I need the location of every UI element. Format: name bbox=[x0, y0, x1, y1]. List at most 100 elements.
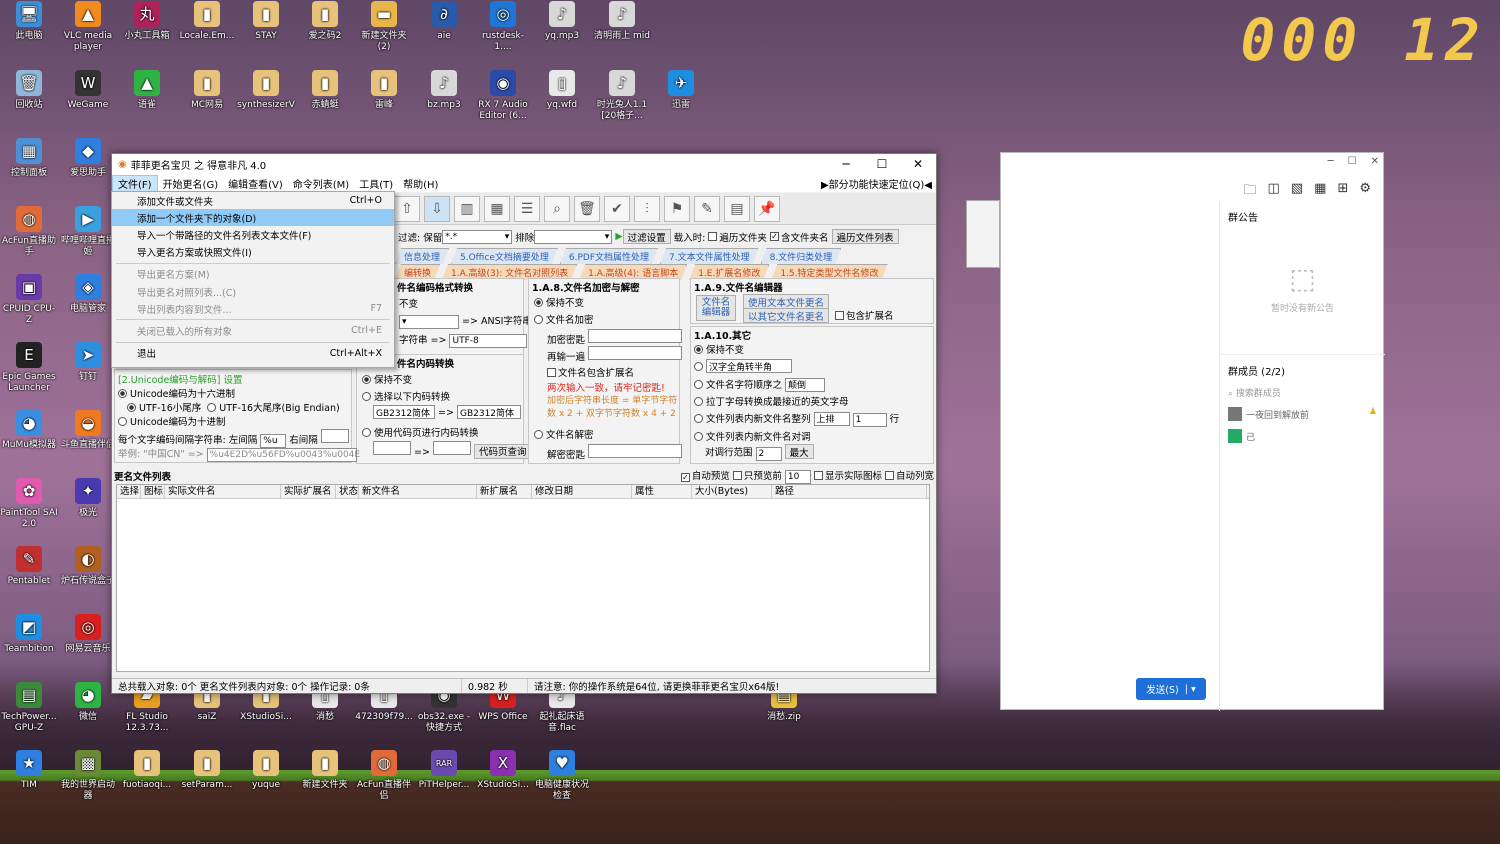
rename-by-other-button[interactable]: 以其它文件名更名 bbox=[743, 308, 830, 323]
settings-icon[interactable]: ⚙ bbox=[1359, 181, 1371, 203]
charset-select[interactable]: UTF-8 bbox=[449, 334, 528, 348]
file-menu-item[interactable]: 导入更名方案或快照文件(I) bbox=[112, 244, 394, 261]
tab[interactable]: 6.PDF文档属性处理 bbox=[560, 248, 658, 264]
codepage-radio[interactable] bbox=[362, 428, 371, 437]
desktop-icon[interactable]: ◎ 网易云音乐 bbox=[59, 614, 117, 655]
column-header[interactable]: 属性 bbox=[632, 485, 692, 498]
unicode-dec-radio[interactable] bbox=[118, 417, 127, 426]
send-button[interactable]: 发送(S) | ▾ bbox=[1136, 678, 1206, 700]
fullwidth-select[interactable]: 汉字全角转半角 bbox=[706, 359, 792, 373]
desktop-icon[interactable]: ▮ STAY bbox=[237, 1, 295, 42]
desktop-icon[interactable]: ▩ 我的世界启动器 bbox=[59, 750, 117, 802]
desktop-icon[interactable]: ▲ VLC media player bbox=[59, 1, 117, 53]
desktop-icon[interactable]: ◐ 炉石传说盒子 bbox=[59, 546, 117, 587]
desktop-icon[interactable]: ★ TIM bbox=[0, 750, 58, 791]
desktop-icon[interactable]: ✈ 迅雷 bbox=[652, 70, 710, 111]
member-search[interactable]: ⌕ 搜索群成员 bbox=[1220, 386, 1385, 399]
align-select[interactable]: 上排 bbox=[813, 411, 850, 426]
column-header[interactable]: 实际文件名 bbox=[165, 485, 281, 498]
desktop-icon[interactable]: ◩ Teambition bbox=[0, 614, 58, 655]
minimize-icon[interactable]: ─ bbox=[1328, 156, 1334, 167]
file-menu-item[interactable]: 关闭已载入的所有对象 Ctrl+E bbox=[112, 322, 394, 339]
file-menu-item[interactable]: 导出更名对照列表...(C) bbox=[112, 283, 394, 300]
check-icon[interactable]: ✔ bbox=[604, 195, 630, 222]
desktop-icon[interactable]: ♪ 时光兔人1.1 [20格子... bbox=[593, 70, 651, 122]
file-menu-item[interactable]: 导入一个带路径的文件名列表文本文件(F) bbox=[112, 226, 394, 243]
include-folder-checkbox[interactable]: ✓ bbox=[769, 232, 779, 241]
desktop-icon[interactable]: ▮ setParam... bbox=[178, 750, 236, 791]
maximize-button[interactable]: ☐ bbox=[864, 157, 900, 171]
grid-icon[interactable]: ▦ bbox=[484, 195, 510, 222]
decrypt-key-input[interactable] bbox=[588, 444, 683, 458]
desktop-icon[interactable]: ✿ PaintTool SAI 2.0 bbox=[0, 478, 58, 530]
from-code-select[interactable]: GB2312简体 bbox=[373, 405, 435, 419]
column-header[interactable]: 状态 bbox=[336, 485, 359, 498]
filter-keep-input[interactable]: *.* ▾ bbox=[442, 229, 513, 244]
filter-exclude-input[interactable]: ▾ bbox=[534, 229, 613, 244]
auto-preview-checkbox[interactable]: ✓ bbox=[680, 473, 690, 482]
codepage-from-input[interactable] bbox=[373, 441, 411, 455]
table-icon[interactable]: ▤ bbox=[724, 195, 750, 222]
announcement-title[interactable]: 群公告 bbox=[1220, 201, 1385, 232]
desktop-icon[interactable]: ▮ fuotiaoqi... bbox=[118, 750, 176, 791]
order-radio[interactable] bbox=[694, 380, 703, 389]
tab[interactable]: 7.文本文件属性处理 bbox=[660, 248, 759, 264]
desktop-icon[interactable]: W WeGame bbox=[59, 70, 117, 111]
menu-edit[interactable]: 编辑查看(V) bbox=[223, 176, 288, 191]
unicode-title[interactable]: [2.Unicode编码与解码] 设置 bbox=[118, 372, 243, 386]
encrypt-again-input[interactable] bbox=[588, 346, 683, 360]
file-menu-item[interactable]: 退出 Ctrl+Alt+X bbox=[112, 345, 394, 362]
utf16-le-radio[interactable] bbox=[127, 403, 136, 412]
tab[interactable]: 8.文件归类处理 bbox=[761, 248, 842, 264]
encrypt-key-input[interactable] bbox=[588, 329, 683, 343]
utf16-be-radio[interactable] bbox=[207, 403, 217, 412]
preview-first-checkbox[interactable] bbox=[732, 471, 742, 480]
desktop-icon[interactable]: ♪ yq.mp3 bbox=[533, 1, 591, 42]
desktop-icon[interactable]: ▮ synthesizerV bbox=[237, 70, 295, 111]
column-header[interactable]: 实际扩展名 bbox=[281, 485, 336, 498]
down-arrow-icon[interactable]: ⇩ bbox=[424, 195, 450, 222]
desktop-icon[interactable]: ▮ Locale.Em... bbox=[178, 1, 236, 42]
desktop-icon[interactable]: ◒ 斗鱼直播伴侣 bbox=[59, 410, 117, 451]
menu-commands[interactable]: 命令列表(M) bbox=[288, 176, 354, 191]
desktop-icon[interactable]: ▮ 爱之码2 bbox=[296, 1, 354, 42]
encrypt-keep-radio[interactable] bbox=[534, 298, 543, 307]
member-row[interactable]: 一夜回到解放前 ♟ bbox=[1220, 399, 1385, 429]
menu-tools[interactable]: 工具(T) bbox=[354, 176, 398, 191]
inner-keep-radio[interactable] bbox=[362, 375, 371, 384]
desktop-icon[interactable]: ◉ RX 7 Audio Editor (6... bbox=[474, 70, 532, 122]
desktop-icon[interactable]: ▮ 雷峰 bbox=[355, 70, 413, 111]
align-radio[interactable] bbox=[694, 414, 703, 423]
desktop-icon[interactable]: ✦ 极光 bbox=[59, 478, 117, 519]
desktop-icon[interactable]: ♪ bz.mp3 bbox=[415, 70, 473, 111]
codepage-query-button[interactable]: 代码页查询 bbox=[474, 443, 532, 459]
desktop-icon[interactable]: 🗑 回收站 bbox=[0, 70, 58, 111]
encrypt-include-ext-checkbox[interactable] bbox=[547, 368, 556, 377]
encoding-select[interactable]: ▾ bbox=[399, 315, 459, 329]
file-list-table[interactable]: 选择 图标 实际文件名 实际扩展名 状态 新文件名 新扩展名 修改日期 属性 大小(Bytes) 路… bbox=[116, 484, 930, 672]
rename-by-text-button[interactable]: 使用文本文件更名 bbox=[743, 294, 830, 309]
file-menu-item[interactable]: 添加一个文件夹下的对象(D) bbox=[112, 209, 394, 227]
to-code-select[interactable]: GB2312简体 bbox=[456, 405, 521, 419]
file-menu-item[interactable]: 导出更名方案(M) bbox=[112, 266, 394, 283]
desktop-icon[interactable]: ◈ 电脑管家 bbox=[59, 274, 117, 315]
desktop-icon[interactable]: E Epic Games Launcher bbox=[0, 342, 58, 394]
swap-max-button[interactable]: 最大 bbox=[784, 444, 814, 459]
desktop-icon[interactable]: ◍ AcFun直播伴侣 bbox=[355, 750, 413, 802]
quick-locate-menu[interactable]: ▶部分功能快速定位(Q)◀ bbox=[816, 176, 936, 191]
column-header[interactable]: 大小(Bytes) bbox=[692, 485, 772, 498]
unicode-hex-radio[interactable] bbox=[118, 389, 127, 398]
traverse-folder-checkbox[interactable] bbox=[708, 232, 718, 241]
close-icon[interactable]: ✕ bbox=[1371, 156, 1379, 167]
desktop-icon[interactable]: ✎ Pentablet bbox=[0, 546, 58, 587]
codepage-to-input[interactable] bbox=[432, 441, 471, 455]
desktop-icon[interactable]: ▮ 赤蜻蜓 bbox=[296, 70, 354, 111]
close-button[interactable]: ✕ bbox=[900, 157, 936, 171]
desktop-icon[interactable]: ◕ 微信 bbox=[59, 682, 117, 723]
desktop-icon[interactable]: X XStudioSi... bbox=[474, 750, 532, 791]
desktop-icon[interactable]: ▯ yq.wfd bbox=[533, 70, 591, 111]
swap-radio[interactable] bbox=[694, 432, 703, 441]
right-separator-input[interactable] bbox=[320, 429, 349, 443]
tab[interactable]: 5.Office文档摘要处理 bbox=[451, 248, 558, 264]
column-header[interactable]: 图标 bbox=[141, 485, 165, 498]
